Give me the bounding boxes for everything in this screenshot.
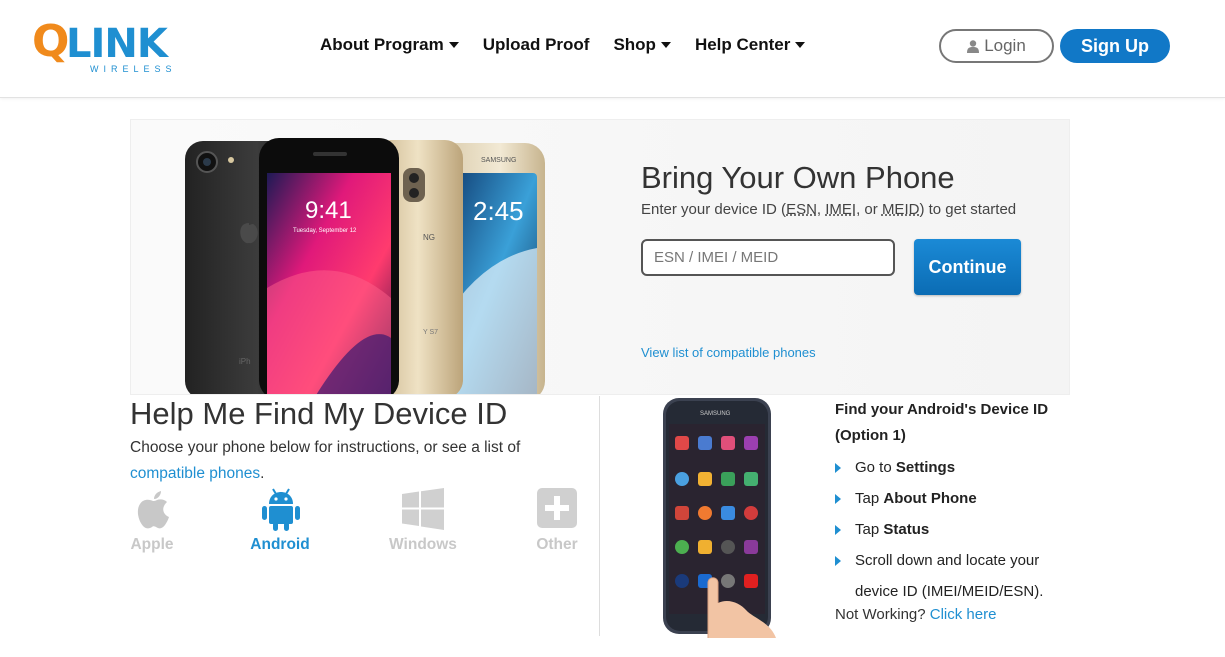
android-icon <box>262 488 300 531</box>
nav-shop[interactable]: Shop <box>613 35 671 55</box>
step-text: Tap <box>855 521 884 538</box>
svg-text:iPh: iPh <box>239 357 251 366</box>
step-text: Tap <box>855 490 884 507</box>
nav-upload-proof-label: Upload Proof <box>482 35 590 54</box>
step-bold: About Phone <box>883 490 977 507</box>
instructions-title: Find your Android's Device ID (Option 1) <box>835 401 1049 444</box>
byop-title: Bring Your Own Phone <box>641 160 955 195</box>
meid-abbr: MEID <box>881 201 920 218</box>
svg-text:9:41: 9:41 <box>305 197 352 224</box>
caret-right-icon <box>835 463 841 473</box>
section-divider <box>599 396 600 636</box>
imei-abbr: IMEI <box>825 201 857 218</box>
os-label-apple: Apple <box>130 536 174 553</box>
nav-help-center-label: Help Center <box>694 35 791 54</box>
user-icon <box>967 39 980 53</box>
esn-abbr: ESN <box>786 201 817 218</box>
step-bold: Settings <box>895 459 956 476</box>
compatible-phones-link[interactable]: View list of compatible phones <box>641 345 816 360</box>
chevron-down-icon <box>795 42 806 48</box>
sign-up-button[interactable]: Sign Up <box>1060 29 1170 63</box>
os-label-other: Other <box>536 536 578 553</box>
step-text: Scroll down and locate your device ID (I… <box>855 552 1044 600</box>
login-button[interactable]: Login <box>939 29 1054 63</box>
svg-text:Tuesday, September 12: Tuesday, September 12 <box>293 228 357 234</box>
not-working-label: Not Working? <box>835 606 930 623</box>
click-here-link[interactable]: Click here <box>930 606 997 623</box>
caret-right-icon <box>835 525 841 535</box>
step-bold: Status <box>883 521 930 538</box>
step-text: Go to <box>855 459 896 476</box>
svg-text:NG: NG <box>423 233 435 242</box>
windows-icon <box>402 488 444 530</box>
nav-help-center[interactable]: Help Center <box>694 35 806 55</box>
plus-icon <box>537 488 577 528</box>
login-label: Login <box>984 36 1026 55</box>
nav-upload-proof[interactable]: Upload Proof <box>483 35 590 55</box>
apple-icon <box>137 491 169 529</box>
os-label-android: Android <box>250 536 310 553</box>
os-option-other[interactable]: Other <box>517 487 597 557</box>
continue-button[interactable]: Continue <box>914 239 1021 295</box>
phone-brand-text: SAMSUNG <box>700 411 731 417</box>
help-title: Help Me Find My Device ID <box>130 396 508 431</box>
chevron-down-icon <box>660 42 671 48</box>
instructions-steps: Go to Settings Tap About Phone Tap Statu… <box>835 452 1075 607</box>
caret-right-icon <box>835 556 841 566</box>
phones-image: 2:45 SAMSUNG NG Y S7 iPh 9:41 Tuesday, S… <box>185 138 545 394</box>
chevron-down-icon <box>448 42 459 48</box>
device-id-input[interactable] <box>641 239 895 276</box>
not-working-text: Not Working? Click here <box>835 606 996 623</box>
android-phone-image: SAMSUNG <box>663 398 776 638</box>
nav-about-program[interactable]: About Program <box>320 35 459 55</box>
byop-sub-prefix: Enter your device ID ( <box>641 201 787 218</box>
os-option-apple[interactable]: Apple <box>112 487 192 557</box>
svg-text:SAMSUNG: SAMSUNG <box>481 157 516 164</box>
os-label-windows: Windows <box>389 536 457 553</box>
continue-label: Continue <box>928 256 1007 277</box>
os-option-android[interactable]: Android <box>240 487 320 557</box>
sign-up-label: Sign Up <box>1081 35 1149 56</box>
byop-sub-or: , or <box>856 201 882 218</box>
logo-wireless-text: WIRELESS <box>90 64 177 74</box>
help-sub-text: Choose your phone below for instructions… <box>130 439 521 456</box>
logo-q: Q <box>32 16 69 67</box>
step-item: Go to Settings <box>835 452 1075 483</box>
logo-link-text: LINK <box>66 21 168 67</box>
svg-text:Y S7: Y S7 <box>423 329 438 336</box>
nav-about-program-label: About Program <box>320 35 444 54</box>
byop-sub-suffix: ) to get started <box>919 201 1017 218</box>
step-item: Scroll down and locate your device ID (I… <box>835 545 1075 607</box>
main-nav: About Program Upload Proof Shop Help Cen… <box>320 35 829 55</box>
qlink-logo[interactable]: Q LINK WIRELESS <box>32 16 182 78</box>
step-item: Tap Status <box>835 514 1075 545</box>
nav-shop-label: Shop <box>613 35 656 54</box>
site-header: Q LINK WIRELESS About Program Upload Pro… <box>0 0 1225 98</box>
step-item: Tap About Phone <box>835 483 1075 514</box>
byop-subtitle: Enter your device ID (ESN, IMEI, or MEID… <box>641 201 1017 218</box>
help-sub-end: . <box>260 465 265 482</box>
compatible-phones-inline-link[interactable]: compatible phones <box>130 465 260 482</box>
os-option-windows[interactable]: Windows <box>383 487 463 557</box>
help-subtitle: Choose your phone below for instructions… <box>130 435 570 487</box>
caret-right-icon <box>835 494 841 504</box>
svg-text:2:45: 2:45 <box>473 196 524 226</box>
